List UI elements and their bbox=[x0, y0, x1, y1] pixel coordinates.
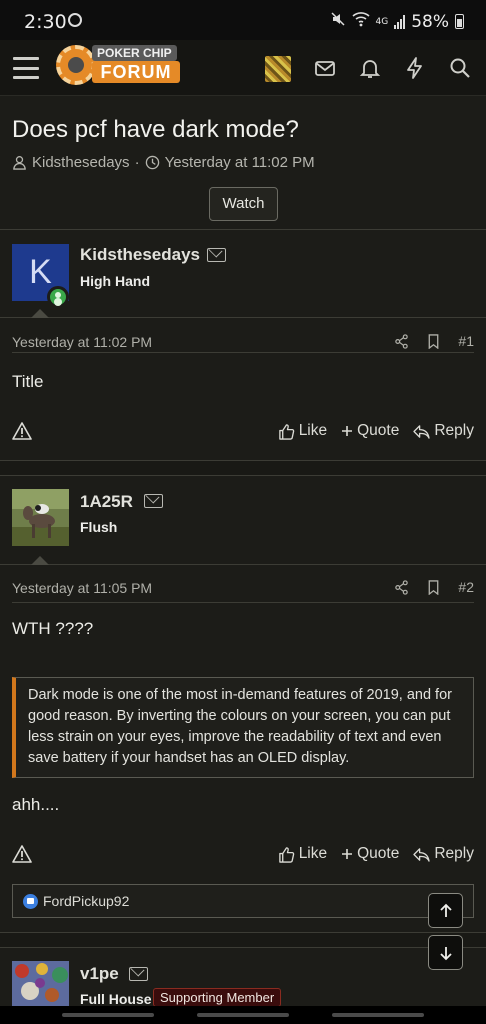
logo-text-top: POKER CHIP bbox=[92, 45, 177, 61]
message-icon[interactable] bbox=[144, 494, 163, 508]
clock-icon bbox=[145, 155, 159, 170]
post-separator bbox=[0, 932, 486, 948]
avatar[interactable] bbox=[12, 489, 69, 546]
bookmark-icon[interactable] bbox=[427, 579, 440, 595]
logo-text-bottom: FORUM bbox=[92, 61, 180, 83]
nav-recents[interactable] bbox=[62, 1013, 154, 1017]
supporting-member-badge: Supporting Member bbox=[153, 988, 282, 1007]
user-title: Full House bbox=[80, 991, 152, 1007]
quote-button[interactable]: Quote bbox=[341, 845, 399, 863]
status-bar: 2:30 4G 58% bbox=[0, 0, 486, 40]
like-button[interactable]: Like bbox=[278, 845, 327, 863]
reaction-user[interactable]: FordPickup92 bbox=[43, 893, 129, 909]
reply-icon bbox=[413, 424, 431, 439]
watch-button[interactable]: Watch bbox=[209, 187, 278, 221]
reply-label: Reply bbox=[434, 845, 474, 862]
like-reaction-icon bbox=[23, 893, 38, 909]
post-date[interactable]: Yesterday at 11:02 PM bbox=[12, 334, 152, 350]
action-buttons: Like Quote Reply bbox=[278, 845, 474, 863]
bookmark-icon[interactable] bbox=[427, 333, 440, 349]
post-date[interactable]: Yesterday at 11:05 PM bbox=[12, 580, 152, 596]
like-button[interactable]: Like bbox=[278, 422, 327, 440]
share-icon[interactable] bbox=[394, 333, 409, 349]
battery-icon bbox=[455, 14, 464, 29]
site-logo[interactable]: POKER CHIP FORUM bbox=[56, 43, 182, 91]
message-icon[interactable] bbox=[129, 967, 148, 981]
share-icon[interactable] bbox=[394, 579, 409, 595]
message-icon[interactable] bbox=[207, 248, 226, 262]
poker-chip-icon bbox=[56, 45, 96, 85]
report-icon[interactable] bbox=[12, 422, 32, 445]
divider bbox=[12, 602, 474, 603]
scroll-bottom-button[interactable] bbox=[428, 935, 463, 970]
network-type: 4G bbox=[375, 16, 389, 27]
user-icon bbox=[13, 156, 26, 170]
avatar[interactable] bbox=[12, 961, 69, 1006]
reply-button[interactable]: Reply bbox=[413, 422, 474, 440]
reply-icon bbox=[413, 847, 431, 862]
post-user-block: K Kidsthesedays High Hand bbox=[0, 230, 486, 318]
blockquote: Dark mode is one of the most in-demand f… bbox=[12, 677, 474, 778]
wifi-icon bbox=[351, 11, 370, 32]
search-icon[interactable] bbox=[448, 56, 472, 80]
quote-label: Quote bbox=[357, 845, 400, 862]
status-time: 2:30 bbox=[24, 11, 67, 33]
nav-back[interactable] bbox=[332, 1013, 424, 1017]
headset-icon bbox=[68, 13, 82, 27]
thread-date[interactable]: Yesterday at 11:02 PM bbox=[165, 154, 315, 171]
plus-icon bbox=[342, 426, 353, 436]
mute-icon bbox=[330, 11, 346, 32]
user-title: Flush bbox=[80, 519, 118, 535]
post-number[interactable]: #1 bbox=[458, 333, 474, 349]
inbox-icon[interactable] bbox=[313, 56, 337, 80]
arrow-down-icon bbox=[439, 946, 452, 960]
post-actions: Like Quote Reply bbox=[0, 418, 486, 448]
post-body: Title bbox=[12, 372, 44, 391]
scroll-top-button[interactable] bbox=[428, 893, 463, 928]
quote-button[interactable]: Quote bbox=[341, 422, 399, 440]
thumbs-up-icon bbox=[278, 846, 294, 863]
post-actions: Like Quote Reply bbox=[0, 841, 486, 871]
thumbs-up-icon bbox=[278, 423, 294, 440]
thread-meta: Kidsthesedays · Yesterday at 11:02 PM bbox=[12, 154, 315, 171]
signal-icon bbox=[394, 14, 406, 29]
post-tools: #2 bbox=[394, 579, 474, 595]
menu-icon[interactable] bbox=[13, 57, 39, 79]
battery-percent: 58% bbox=[411, 11, 449, 32]
post-username[interactable]: Kidsthesedays bbox=[80, 245, 200, 265]
post-username[interactable]: 1A25R bbox=[80, 492, 133, 512]
post-username[interactable]: v1pe bbox=[80, 964, 119, 984]
system-nav-bar bbox=[0, 1006, 486, 1024]
reactions-bar[interactable]: FordPickup92 bbox=[12, 884, 474, 918]
reply-button[interactable]: Reply bbox=[413, 845, 474, 863]
post-number[interactable]: #2 bbox=[458, 579, 474, 595]
bell-icon[interactable] bbox=[358, 56, 382, 80]
bolt-icon[interactable] bbox=[403, 56, 427, 80]
divider bbox=[12, 352, 474, 353]
online-status-icon bbox=[47, 286, 69, 308]
site-header: POKER CHIP FORUM bbox=[0, 40, 486, 96]
thread-author[interactable]: Kidsthesedays bbox=[32, 154, 130, 171]
thread-title: Does pcf have dark mode? bbox=[12, 116, 299, 143]
action-buttons: Like Quote Reply bbox=[278, 422, 474, 440]
nav-home[interactable] bbox=[197, 1013, 289, 1017]
like-label: Like bbox=[298, 422, 328, 439]
arrow-up-icon bbox=[439, 903, 452, 917]
user-title: High Hand bbox=[80, 273, 150, 289]
report-icon[interactable] bbox=[12, 845, 32, 868]
status-icons: 4G 58% bbox=[330, 11, 464, 32]
like-label: Like bbox=[298, 845, 328, 862]
post-tools: #1 bbox=[394, 333, 474, 349]
reply-label: Reply bbox=[434, 422, 474, 439]
quote-label: Quote bbox=[357, 422, 400, 439]
user-avatar[interactable] bbox=[265, 56, 291, 82]
post-body: WTH ???? bbox=[12, 619, 94, 638]
post-user-block: 1A25R Flush bbox=[0, 477, 486, 565]
plus-icon bbox=[342, 849, 353, 859]
meta-separator: · bbox=[134, 154, 140, 171]
post-body-after-quote: ahh.... bbox=[12, 795, 60, 814]
post-separator bbox=[0, 460, 486, 476]
